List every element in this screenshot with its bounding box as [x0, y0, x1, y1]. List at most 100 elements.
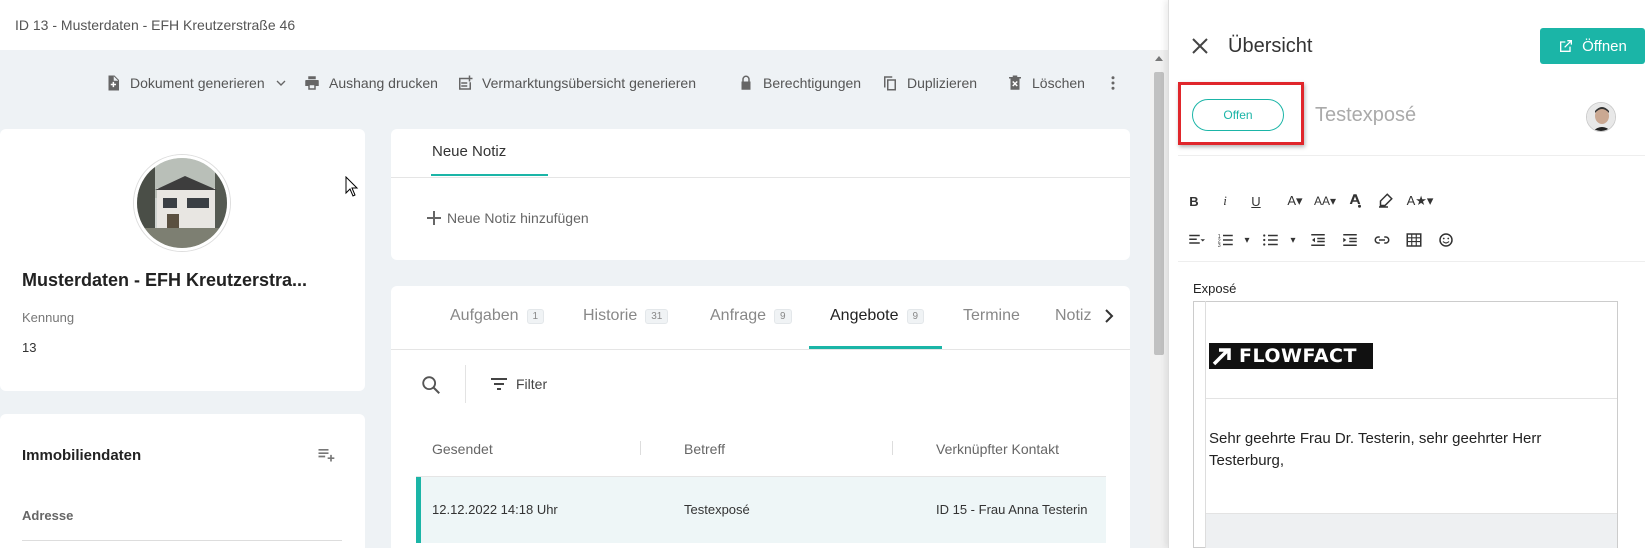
property-title: Musterdaten - EFH Kreutzerstra...: [22, 270, 308, 290]
outdent-button[interactable]: [1306, 228, 1330, 252]
id-label: Kennung: [22, 310, 75, 325]
editor-label: Exposé: [1193, 281, 1237, 296]
marketing-overview-label: Vermarktungsübersicht generieren: [482, 75, 697, 91]
text-style-button[interactable]: A★▾: [1405, 189, 1435, 213]
chevron-down-icon[interactable]: ▾: [1240, 228, 1254, 252]
property-data-card: [0, 414, 365, 548]
property-data-title: Immobiliendaten: [22, 447, 142, 464]
underline-button[interactable]: U: [1244, 189, 1268, 213]
cell-sent: 12.12.2022 14:18 Uhr: [432, 502, 558, 517]
mouse-cursor-icon: [345, 176, 359, 197]
divider: [1206, 398, 1617, 399]
scrollbar[interactable]: [1150, 50, 1168, 548]
lock-icon: [741, 75, 751, 90]
plus-icon: [427, 211, 441, 225]
tab-appointments[interactable]: Termine: [963, 307, 1020, 325]
column-resize-handle[interactable]: [892, 441, 893, 455]
address-label: Adresse: [22, 508, 74, 523]
bullet-list-button[interactable]: [1259, 228, 1283, 252]
highlight-button[interactable]: [1373, 189, 1397, 213]
text-color-icon: [1349, 194, 1361, 208]
smiley-icon: [1439, 233, 1453, 247]
table-button[interactable]: [1402, 228, 1426, 252]
breadcrumb: ID 13 - Musterdaten - EFH Kreutzerstraße…: [15, 17, 296, 33]
open-button[interactable]: Öffnen: [1540, 28, 1645, 64]
post-add-icon: [459, 75, 473, 90]
letter-salutation[interactable]: Sehr geehrte Frau Dr. Testerin, sehr gee…: [1209, 428, 1609, 472]
top-bar: ID 13 - Musterdaten - EFH Kreutzerstraße…: [0, 0, 1168, 50]
generate-document-button[interactable]: Dokument generieren: [104, 74, 289, 92]
font-size-button[interactable]: AA▾: [1310, 189, 1340, 213]
delete-button[interactable]: Löschen: [1006, 74, 1085, 92]
permissions-label: Berechtigungen: [763, 75, 862, 91]
tab-tasks[interactable]: Aufgaben 1: [450, 307, 545, 325]
add-note-button[interactable]: Neue Notiz hinzufügen: [427, 210, 589, 226]
indent-button[interactable]: [1338, 228, 1362, 252]
marketing-overview-button[interactable]: Vermarktungsübersicht generieren: [456, 74, 696, 92]
scrollbar-thumb[interactable]: [1154, 72, 1164, 355]
document-icon: [108, 75, 119, 91]
duplicate-label: Duplizieren: [907, 75, 978, 91]
tab-notes[interactable]: Notiz: [1055, 307, 1091, 325]
tab-label: Historie: [583, 307, 638, 324]
tab-label: Aufgaben: [450, 307, 519, 324]
divider: [1178, 261, 1645, 262]
divider: [391, 177, 1130, 178]
filter-button[interactable]: Filter: [490, 376, 547, 392]
flowfact-logo: FLOWFACT: [1209, 343, 1373, 369]
open-button-label: Öffnen: [1582, 37, 1627, 55]
chevron-down-icon[interactable]: ▾: [1286, 228, 1300, 252]
playlist-add-icon[interactable]: [316, 444, 336, 464]
count-badge: 1: [526, 308, 545, 324]
bold-button[interactable]: B: [1182, 189, 1206, 213]
logo-arrow-icon: [1212, 348, 1231, 366]
outdent-icon: [1311, 234, 1325, 246]
emoji-button[interactable]: [1434, 228, 1458, 252]
search-icon[interactable]: [420, 374, 442, 396]
column-resize-handle[interactable]: [640, 441, 641, 455]
more-options-button[interactable]: [1104, 74, 1122, 92]
generate-document-label: Dokument generieren: [130, 75, 265, 91]
chevron-right-icon[interactable]: [1102, 308, 1116, 324]
ordered-list-icon: 123: [1218, 234, 1233, 249]
tab-new-note[interactable]: Neue Notiz: [432, 143, 506, 160]
copy-icon: [884, 76, 896, 91]
font-family-button[interactable]: A▾: [1280, 189, 1310, 213]
column-header-sent[interactable]: Gesendet: [432, 441, 493, 457]
link-button[interactable]: [1370, 228, 1394, 252]
property-image: [134, 155, 230, 251]
count-badge: 31: [645, 308, 669, 324]
avatar[interactable]: [1586, 102, 1616, 132]
text-color-button[interactable]: [1343, 189, 1367, 213]
count-badge: 9: [774, 308, 792, 324]
printer-icon: [305, 76, 319, 90]
print-notice-label: Aushang drucken: [329, 75, 438, 91]
duplicate-button[interactable]: Duplizieren: [881, 74, 977, 92]
italic-button[interactable]: i: [1213, 189, 1237, 213]
divider: [1178, 155, 1645, 156]
tab-label: Angebote: [830, 307, 899, 324]
expose-editor[interactable]: [1193, 301, 1618, 548]
column-header-contact[interactable]: Verknüpfter Kontakt: [936, 441, 1059, 457]
permissions-button[interactable]: Berechtigungen: [737, 74, 861, 92]
status-badge[interactable]: Offen: [1192, 99, 1284, 131]
cell-contact: ID 15 - Frau Anna Testerin: [936, 502, 1088, 517]
scroll-up-icon[interactable]: [1155, 56, 1163, 61]
tab-history[interactable]: Historie 31: [583, 307, 669, 325]
tab-requests[interactable]: Anfrage 9: [710, 307, 792, 325]
offer-subject: Testexposé: [1315, 104, 1417, 126]
divider: [465, 365, 466, 403]
tab-offers[interactable]: Angebote 9: [830, 307, 925, 325]
tab-label: Anfrage: [710, 307, 767, 324]
filter-label: Filter: [516, 376, 548, 392]
open-in-new-icon: [1560, 40, 1573, 52]
print-notice-button[interactable]: Aushang drucken: [303, 74, 438, 92]
chevron-down-icon[interactable]: [273, 75, 289, 91]
tab-label: Notiz: [1055, 307, 1092, 324]
close-icon[interactable]: [1191, 37, 1209, 55]
column-header-subject[interactable]: Betreff: [684, 441, 725, 457]
align-button[interactable]: [1182, 228, 1210, 252]
ordered-list-button[interactable]: 123: [1214, 228, 1238, 252]
marker-icon: [1379, 193, 1393, 208]
divider: [1205, 301, 1206, 548]
